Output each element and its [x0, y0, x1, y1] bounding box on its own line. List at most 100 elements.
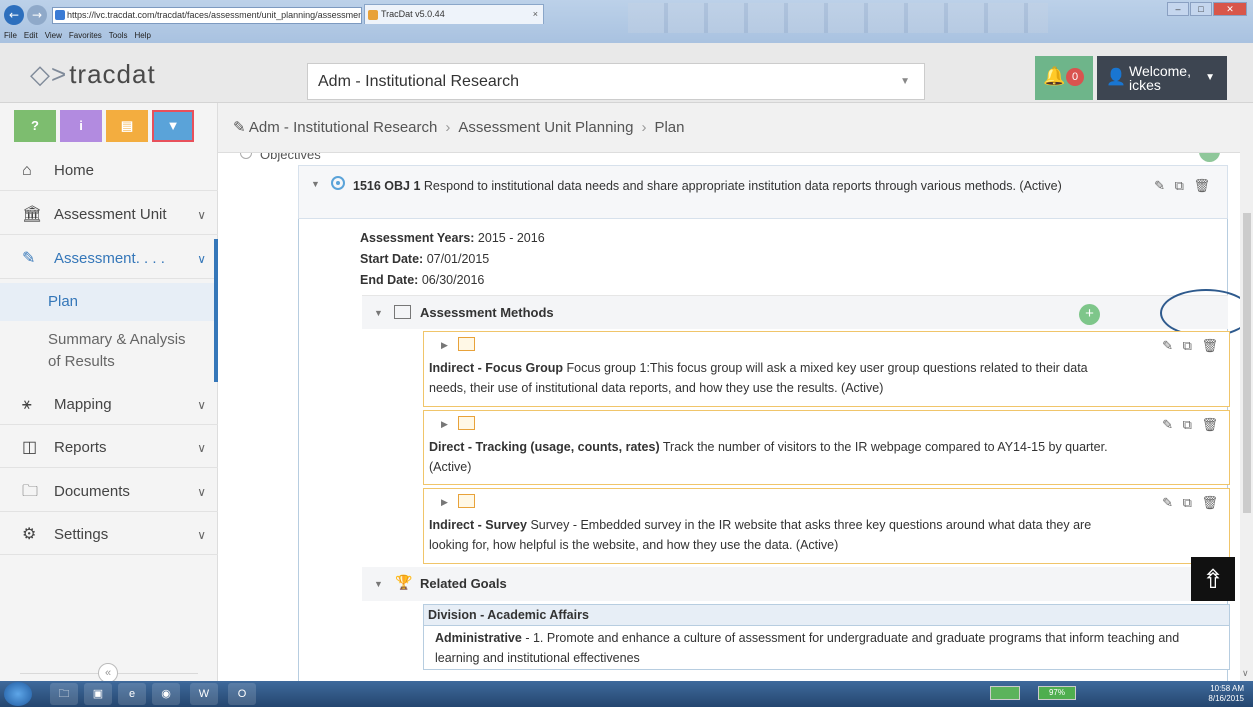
outlook-taskbar-icon[interactable]: O	[228, 683, 256, 705]
assessment-method-item: ▶ Direct - Tracking (usage, counts, rate…	[423, 410, 1230, 485]
pencil-icon: ✎	[22, 250, 36, 267]
welcome-user: ickes	[1129, 77, 1161, 93]
assessment-methods-label: Assessment Methods	[420, 305, 554, 320]
menu-file[interactable]: File	[4, 31, 17, 40]
bar-chart-icon	[458, 494, 475, 508]
bar-chart-icon	[458, 416, 475, 430]
menu-help[interactable]: Help	[134, 31, 150, 40]
sidebar-toolbar: ? i ▤ ▼	[14, 110, 194, 142]
info-button[interactable]: i	[60, 110, 102, 142]
chevron-down-icon: ▼	[1205, 72, 1215, 83]
media-taskbar-icon[interactable]: ▣	[84, 683, 112, 705]
word-taskbar-icon[interactable]: W	[190, 683, 218, 705]
expand-triangle-icon[interactable]: ▶	[441, 419, 448, 430]
chevron-down-icon: ∨	[197, 252, 206, 266]
sidebar-item-reports[interactable]: ◫ Reports ∨	[0, 428, 218, 468]
background-window-ribbon	[628, 3, 1048, 33]
forward-arrow-icon[interactable]: →	[27, 5, 47, 25]
sidebar: ? i ▤ ▼ ⌂ Home 🏛 Assessment Unit ∨ ✎ Assessm…	[0, 103, 218, 683]
tracdat-logo[interactable]: ◇> tracdat	[30, 59, 156, 90]
method-type: Indirect - Survey	[429, 518, 527, 532]
notes-button[interactable]: ▤	[106, 110, 148, 142]
explorer-taskbar-icon[interactable]: 🗀	[50, 683, 78, 705]
menu-tools[interactable]: Tools	[109, 31, 128, 40]
notification-badge: 0	[1066, 68, 1084, 86]
breadcrumb: ✎ Adm - Institutional Research › Assessmen…	[218, 103, 1240, 153]
help-button[interactable]: ?	[14, 110, 56, 142]
scroll-to-top-button[interactable]: ⇮	[1191, 557, 1235, 601]
unit-select-value: Adm - Institutional Research	[318, 73, 519, 90]
clock[interactable]: 10:58 AM 8/16/2015	[1208, 684, 1244, 704]
expand-triangle-icon[interactable]: ▶	[441, 497, 448, 508]
address-bar[interactable]: https://lvc.tracdat.com/tracdat/faces/as…	[52, 7, 362, 24]
close-window-button[interactable]: ✕	[1213, 2, 1247, 16]
filter-button[interactable]: ▼	[152, 110, 194, 142]
menu-favorites[interactable]: Favorites	[69, 31, 102, 40]
goal-text: - 1. Promote and enhance a culture of as…	[435, 631, 1180, 665]
scroll-down-icon[interactable]: ∨	[1242, 668, 1249, 679]
sidebar-item-settings[interactable]: ⚙ Settings ∨	[0, 515, 218, 555]
start-button[interactable]	[4, 682, 32, 706]
start-date-value: 07/01/2015	[426, 252, 490, 266]
objectives-header[interactable]: Objectives	[240, 153, 1228, 163]
close-tab-icon[interactable]: ×	[533, 5, 538, 24]
chevron-down-icon: ∨	[197, 528, 206, 542]
notifications-button[interactable]: 🔔 0	[1035, 56, 1093, 100]
bell-icon: 🔔	[1043, 66, 1066, 86]
signal-icon[interactable]	[990, 686, 1020, 700]
menu-view[interactable]: View	[45, 31, 62, 40]
method-actions[interactable]: ✎ ⧉ 🗑	[1162, 417, 1221, 433]
back-arrow-icon[interactable]: ←	[4, 5, 24, 25]
windows-taskbar: 🗀 ▣ e ◉ W O 97% 10:58 AM 8/16/2015	[0, 681, 1253, 707]
logo-arrow-icon: ◇>	[30, 59, 68, 89]
battery-indicator[interactable]: 97%	[1038, 686, 1076, 700]
method-description: Survey - Embedded survey in the IR websi…	[429, 518, 1092, 552]
bar-chart-icon	[458, 337, 475, 351]
page-scrollbar[interactable]: ∨	[1240, 103, 1253, 681]
expand-triangle-icon[interactable]: ▶	[441, 340, 448, 351]
user-icon: 👤	[1106, 69, 1126, 86]
collapse-sidebar-button[interactable]: «	[98, 663, 118, 683]
sidebar-item-documents[interactable]: 🗀 Documents ∨	[0, 472, 218, 512]
add-assessment-method-button[interactable]: +	[1079, 304, 1100, 325]
sidebar-item-home[interactable]: ⌂ Home	[0, 151, 218, 191]
unit-select[interactable]: Adm - Institutional Research ▼	[307, 63, 925, 100]
sidebar-item-assessment[interactable]: ✎ Assessment. . . . ∨	[0, 239, 218, 279]
sidebar-subitem-label: Summary & Analysis of Results	[48, 331, 186, 370]
objective-code: 1516 OBJ 1	[353, 179, 421, 193]
objective-row: ▼ 1516 OBJ 1 Respond to institutional da…	[298, 165, 1228, 219]
bank-icon: 🏛	[22, 206, 43, 223]
sidebar-item-label: Assessment. . . .	[54, 250, 165, 267]
scrollbar-thumb[interactable]	[1243, 213, 1251, 513]
maximize-button[interactable]: □	[1190, 2, 1212, 16]
browser-tab[interactable]: TracDat v5.0.44 ×	[364, 4, 544, 24]
method-actions[interactable]: ✎ ⧉ 🗑	[1162, 495, 1221, 511]
url-text: https://lvc.tracdat.com/tracdat/faces/as…	[67, 10, 362, 20]
chevron-down-icon: ∨	[197, 398, 206, 412]
chrome-taskbar-icon[interactable]: ◉	[152, 683, 180, 705]
sidebar-subitem-summary[interactable]: Summary & Analysis of Results	[0, 329, 200, 373]
window-controls: – □ ✕	[1167, 2, 1247, 16]
minimize-button[interactable]: –	[1167, 2, 1189, 16]
sidebar-subitem-plan[interactable]: Plan	[0, 283, 218, 321]
objective-actions[interactable]: ✎ ⧉ 🗑	[1154, 178, 1213, 194]
ie-taskbar-icon[interactable]: e	[118, 683, 146, 705]
breadcrumb-item-unit[interactable]: Adm - Institutional Research	[249, 119, 437, 136]
breadcrumb-item-plan: Plan	[654, 119, 685, 136]
menu-bar: File Edit View Favorites Tools Help	[4, 31, 151, 40]
related-goals-header[interactable]: ▼ 🏆 Related Goals	[362, 567, 1228, 601]
method-actions[interactable]: ✎ ⧉ 🗑	[1162, 338, 1221, 354]
goal-type: Administrative	[435, 631, 522, 645]
user-menu[interactable]: 👤 Welcome, ickes ▼	[1097, 56, 1227, 100]
clock-time: 10:58 AM	[1210, 684, 1244, 693]
sidebar-subitem-label: Plan	[48, 293, 79, 310]
breadcrumb-item-planning[interactable]: Assessment Unit Planning	[458, 119, 633, 136]
columns-icon: ◫	[22, 439, 38, 456]
menu-edit[interactable]: Edit	[24, 31, 38, 40]
sidebar-item-mapping[interactable]: ⚹ Mapping ∨	[0, 385, 218, 425]
method-text: Indirect - Survey Survey - Embedded surv…	[429, 515, 1119, 555]
goal-item: Administrative - 1. Promote and enhance …	[423, 626, 1230, 670]
main-content: Objectives ▼ 1516 OBJ 1 Respond to insti…	[218, 153, 1240, 681]
app-header: ◇> tracdat Adm - Institutional Research ▼ …	[0, 43, 1253, 120]
sidebar-item-assessment-unit[interactable]: 🏛 Assessment Unit ∨	[0, 195, 218, 235]
